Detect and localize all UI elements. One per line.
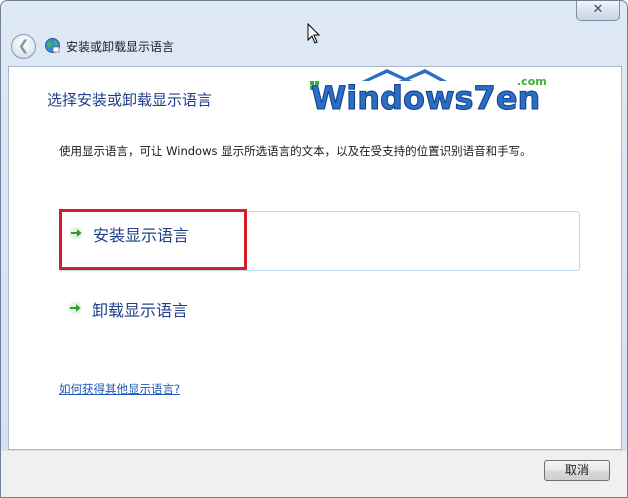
close-button[interactable]: ✕ (576, 1, 620, 21)
install-option-label: 安装显示语言 (93, 226, 190, 245)
dialog-footer (1, 450, 627, 497)
globe-icon (45, 38, 60, 53)
description-text: 使用显示语言，可让 Windows 显示所选语言的文本，以及在受支持的位置识别语… (59, 144, 532, 158)
green-arrow-icon (68, 301, 82, 315)
page-title: 选择安装或卸载显示语言 (47, 91, 213, 109)
content-panel: 选择安装或卸载显示语言 Windows7en .com 使用显示语言，可让 Wi… (8, 66, 622, 450)
close-icon: ✕ (592, 2, 604, 17)
back-arrow-icon: ❮ (17, 38, 30, 54)
cancel-button[interactable]: 取消 (544, 460, 610, 481)
uninstall-display-language-option[interactable]: 卸载显示语言 (59, 287, 580, 347)
logo-domain-suffix: .com (517, 75, 547, 88)
uninstall-option-label: 卸载显示语言 (92, 301, 189, 320)
dialog-window: ✕ ❮ 安装或卸载显示语言 选择安装或卸载显示语言 Windows7en .co… (0, 0, 628, 498)
get-more-languages-link[interactable]: 如何获得其他显示语言? (59, 381, 180, 397)
install-display-language-option[interactable]: 安装显示语言 (59, 211, 580, 271)
mouse-cursor-icon (307, 23, 321, 44)
logo-wordmark: Windows7en (311, 79, 540, 115)
green-arrow-icon (69, 226, 83, 240)
back-button[interactable]: ❮ (11, 34, 36, 59)
breadcrumb-title: 安装或卸载显示语言 (66, 40, 175, 54)
windows7en-logo: Windows7en .com (310, 69, 547, 115)
title-bar: ✕ ❮ 安装或卸载显示语言 (1, 1, 627, 65)
